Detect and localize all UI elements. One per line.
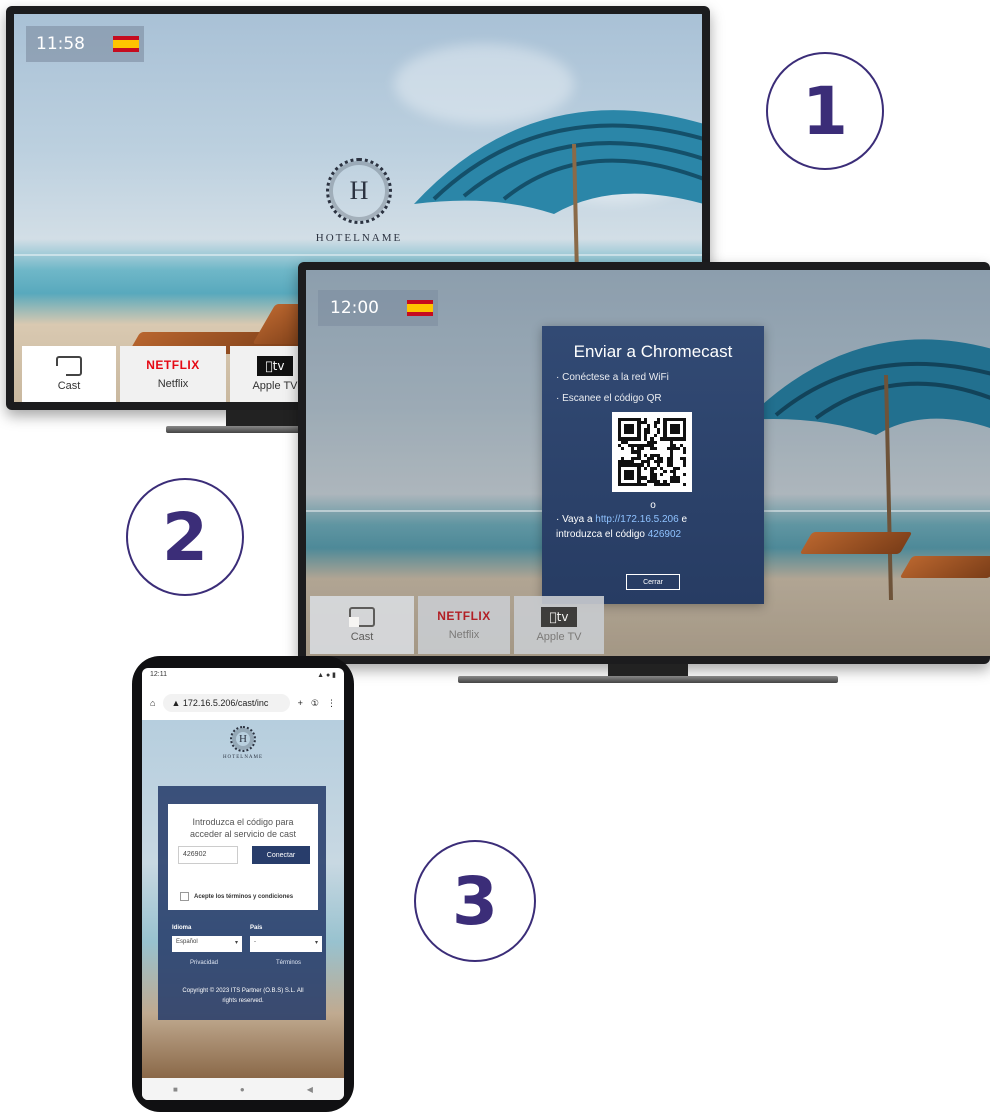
netflix-logo: NETFLIX: [437, 609, 491, 623]
app-tile-netflix[interactable]: NETFLIX Netflix: [120, 346, 226, 402]
clock-time: 12:00: [330, 298, 379, 318]
terms-checkbox-row[interactable]: Acepte los términos y condiciones: [180, 892, 293, 901]
qr-code[interactable]: [612, 412, 692, 492]
language-label: Idioma: [172, 925, 192, 931]
step-2-badge: 2: [126, 478, 244, 596]
clock-widget: 11:58: [26, 26, 144, 62]
terms-link[interactable]: Términos: [276, 960, 301, 966]
apple-tv-logo: tv: [541, 607, 577, 627]
chevron-down-icon: ▾: [314, 940, 318, 946]
url-field[interactable]: ▲ 172.16.5.206/cast/inc: [163, 694, 290, 712]
app-tile-netflix[interactable]: NETFLIX Netflix: [418, 596, 510, 654]
hotel-name: HOTELNAME: [222, 755, 264, 760]
chromecast-dialog: Enviar a Chromecast · Conéctese a la red…: [542, 326, 764, 604]
home-button-icon[interactable]: ●: [240, 1085, 245, 1094]
or-separator: o: [650, 500, 656, 511]
country-select[interactable]: - ▾: [250, 936, 322, 952]
terms-label: Acepte los términos y condiciones: [194, 893, 294, 900]
tv-2-screen: 12:00 Enviar a Chromecast · Conéctese a …: [306, 270, 990, 656]
home-icon[interactable]: ⌂: [150, 698, 155, 708]
copyright: Copyright © 2023 ITS Partner (O.B.S) S.L…: [182, 988, 304, 1004]
terms-checkbox[interactable]: [180, 892, 189, 901]
apple-tv-logo: tv: [257, 356, 293, 376]
app-tile-cast[interactable]: Cast: [22, 346, 116, 402]
clock-widget: 12:00: [318, 290, 438, 326]
phone-screen: 12:11 ▲ ● ▮ ⌂ ▲ 172.16.5.206/cast/inc + …: [142, 668, 344, 1100]
hotel-name: HOTELNAME: [315, 232, 403, 244]
close-button[interactable]: Cerrar: [626, 574, 680, 590]
status-bar: 12:11 ▲ ● ▮: [142, 668, 344, 684]
code-input[interactable]: 426902: [178, 846, 238, 864]
status-icons: ▲ ● ▮: [317, 672, 336, 679]
smartphone: 12:11 ▲ ● ▮ ⌂ ▲ 172.16.5.206/cast/inc + …: [132, 656, 354, 1112]
form-title-line-1: Introduzca el código para: [192, 817, 294, 827]
tabs-icon[interactable]: ①: [311, 698, 319, 709]
cast-icon: [349, 607, 375, 627]
new-tab-icon[interactable]: +: [298, 698, 303, 708]
clock-time: 11:58: [36, 34, 85, 54]
instruction-visit: · Vaya a http://172.16.5.206 e introduzc…: [556, 514, 688, 540]
menu-icon[interactable]: ⋮: [327, 698, 336, 709]
lounge-chair: [799, 532, 913, 554]
connect-button[interactable]: Conectar: [252, 846, 310, 864]
back-icon[interactable]: ◀: [307, 1085, 313, 1094]
step-1-badge: 1: [766, 52, 884, 170]
browser-url-bar: ⌂ ▲ 172.16.5.206/cast/inc + ① ⋮: [142, 690, 344, 716]
language-select[interactable]: Español ▾: [172, 936, 242, 952]
instruction-qr: · Escanee el código QR: [556, 393, 662, 404]
spain-flag-icon[interactable]: [407, 300, 433, 316]
app-bar: Cast NETFLIX Netflix tv Apple TV: [22, 346, 320, 402]
instruction-wifi: · Conéctese a la red WiFi: [556, 372, 669, 383]
tv-1-stand: [166, 426, 306, 433]
country-label: País: [250, 925, 263, 931]
hotel-logo: H HOTELNAME: [304, 158, 414, 244]
app-tile-apple-tv[interactable]: tv Apple TV: [514, 596, 604, 654]
spain-flag-icon[interactable]: [113, 36, 139, 52]
form-title-line-2: acceder al servicio de cast: [189, 829, 297, 839]
code-form-card: Introduzca el código para acceder al ser…: [168, 804, 318, 910]
tv-2-stand: [458, 676, 838, 683]
android-nav-bar: ■ ● ◀: [142, 1078, 344, 1100]
tv-2: 12:00 Enviar a Chromecast · Conéctese a …: [298, 262, 990, 690]
privacy-link[interactable]: Privacidad: [190, 960, 218, 966]
lounge-chair: [899, 556, 990, 578]
cast-code: 426902: [647, 529, 682, 540]
tv-1-stand-neck: [226, 410, 306, 426]
hotel-monogram-icon: H: [230, 726, 256, 752]
hotel-monogram-icon: H: [326, 158, 392, 224]
dialog-title: Enviar a Chromecast: [573, 342, 733, 361]
hotel-logo: H HOTELNAME: [218, 726, 268, 760]
status-time: 12:11: [150, 671, 167, 678]
app-tile-cast[interactable]: Cast: [310, 596, 414, 654]
recent-apps-icon[interactable]: ■: [173, 1085, 178, 1094]
cast-icon: [56, 356, 82, 376]
chevron-down-icon: ▾: [234, 940, 238, 946]
app-bar: Cast NETFLIX Netflix tv Apple TV: [310, 596, 604, 654]
cast-url-link[interactable]: http://172.16.5.206: [595, 514, 678, 525]
step-3-badge: 3: [414, 840, 536, 962]
netflix-logo: NETFLIX: [146, 358, 200, 372]
